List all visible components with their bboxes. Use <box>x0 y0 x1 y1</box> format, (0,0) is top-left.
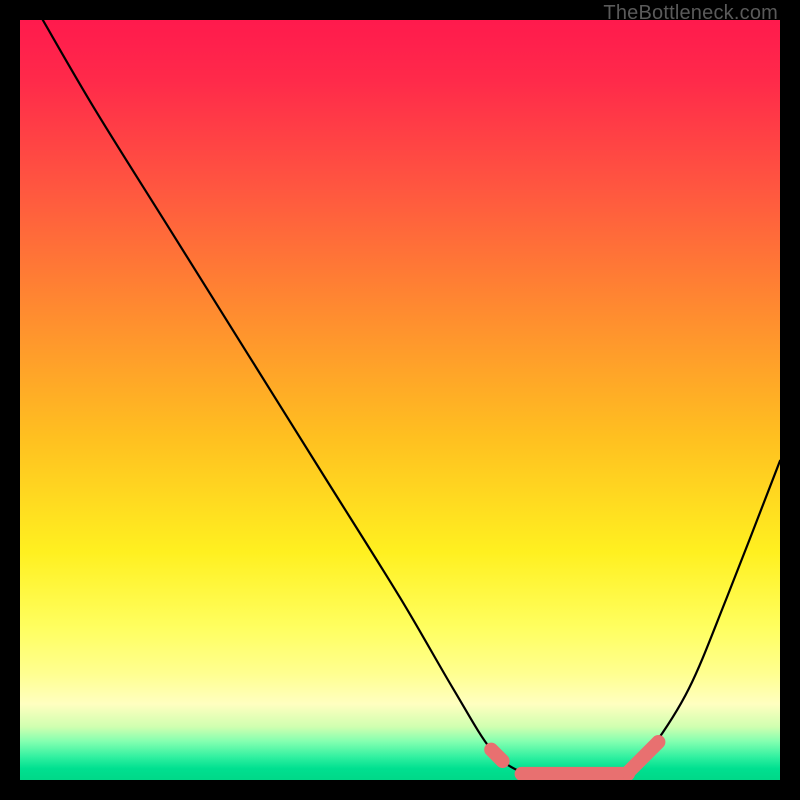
curve-svg <box>20 20 780 780</box>
plot-area <box>20 20 780 780</box>
highlight-segment-0 <box>491 750 502 761</box>
bottleneck-curve-path <box>43 20 780 780</box>
highlight-segment-2 <box>628 742 658 772</box>
watermark-text: TheBottleneck.com <box>603 2 778 25</box>
chart-frame: TheBottleneck.com <box>0 0 800 800</box>
